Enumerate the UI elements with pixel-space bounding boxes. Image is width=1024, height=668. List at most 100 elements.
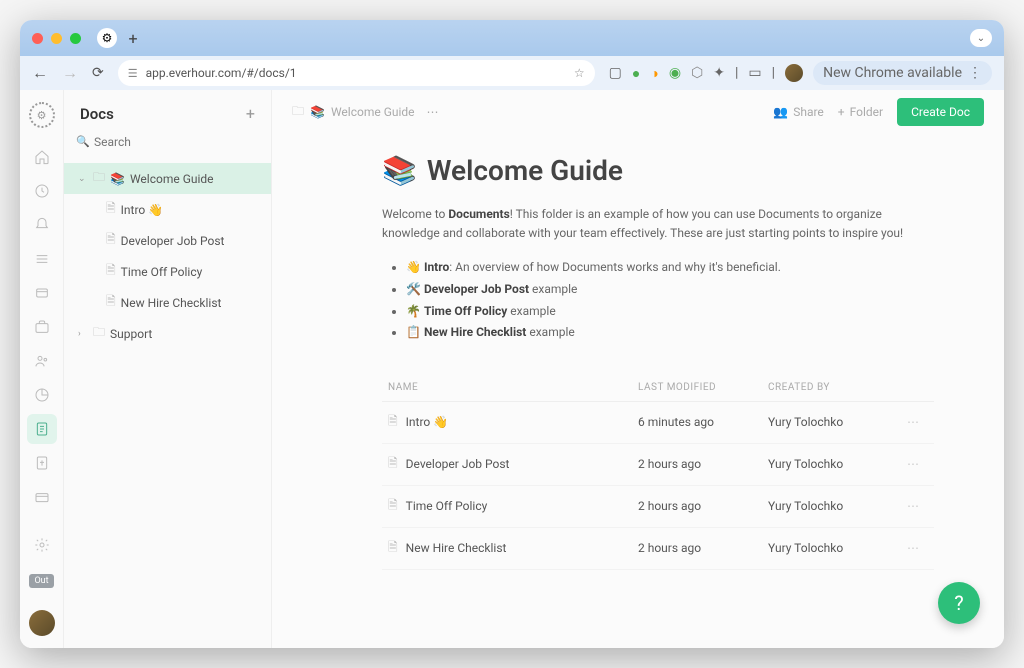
doc-label: Time Off Policy [121,265,203,279]
breadcrumb[interactable]: 🗀 📚 Welcome Guide ⋯ [292,102,439,123]
sidebar-title: Docs [80,105,114,123]
folder-label: Welcome Guide [130,172,214,186]
reading-list-icon[interactable]: ▭ [748,65,761,81]
doc-icon: 🗎 [106,199,116,220]
left-rail: ⚙ Out [20,90,64,648]
doc-icon: 🗎 [106,230,116,251]
doc-title: 📚 Welcome Guide [382,154,934,187]
doc-title-emoji: 📚 [382,154,417,187]
help-button[interactable]: ? [938,582,980,624]
url-text: app.everhour.com/#/docs/1 [146,66,297,80]
docs-sidebar: Docs + 🔍 ⌄ 🗀 📚 Welcome Guide 🗎 Intro 👋 [64,90,272,648]
minimize-window-button[interactable] [51,33,62,44]
doc-bullet: 🌴 Time Off Policy example [406,301,934,323]
doc-label: Developer Job Post [121,234,225,248]
doc-icon: 🗎 [388,496,398,517]
folder-icon: 🗀 [292,102,304,123]
chrome-update-button[interactable]: New Chrome available ⋮ [813,61,992,85]
new-tab-button[interactable]: + [123,28,143,48]
rail-team[interactable] [27,346,57,376]
rail-docs[interactable] [27,414,57,444]
col-name: NAME [388,382,638,393]
extension-icon-1[interactable]: ▢ [609,65,622,81]
row-more-button[interactable]: ⋯ [898,541,928,555]
doc-icon: 🗎 [388,412,398,433]
doc-icon: 🗎 [388,538,398,559]
browser-tab[interactable]: ⚙ [97,28,117,48]
window-titlebar: ⚙ + ⌄ [20,20,1004,56]
rail-inbox[interactable] [27,278,57,308]
docs-table: NAME LAST MODIFIED CREATED BY 🗎Intro 👋 6… [382,374,934,570]
sidebar-folder-support[interactable]: › 🗀 Support [64,318,271,349]
sidebar-doc-intro[interactable]: 🗎 Intro 👋 [64,194,271,225]
extension-icon-5[interactable]: ⬡ [691,65,703,81]
rail-invoices[interactable] [27,448,57,478]
extension-icon-3[interactable]: ◑ [650,65,658,82]
rail-status-badge: Out [29,574,53,588]
close-window-button[interactable] [32,33,43,44]
sidebar-doc-developer-job-post[interactable]: 🗎 Developer Job Post [64,225,271,256]
topbar: 🗀 📚 Welcome Guide ⋯ 👥 Share + Folder Cre… [272,90,1004,134]
rail-projects[interactable] [27,312,57,342]
more-icon: ⋮ [968,65,982,81]
doc-icon: 🗎 [106,292,116,313]
reload-button[interactable]: ⟳ [92,65,104,81]
tabs-dropdown-button[interactable]: ⌄ [970,29,992,47]
doc-bullet: 📋 New Hire Checklist example [406,322,934,344]
row-more-button[interactable]: ⋯ [898,415,928,429]
maximize-window-button[interactable] [70,33,81,44]
search-input[interactable] [76,131,259,153]
add-doc-button[interactable]: + [246,104,255,123]
doc-icon: 🗎 [388,454,398,475]
rail-notifications[interactable] [27,210,57,240]
sidebar-doc-new-hire-checklist[interactable]: 🗎 New Hire Checklist [64,287,271,318]
browser-profile-avatar[interactable] [785,64,803,82]
chevron-right-icon: › [78,329,88,339]
share-button[interactable]: 👥 Share [773,105,824,119]
breadcrumb-label: Welcome Guide [331,105,415,119]
row-more-button[interactable]: ⋯ [898,457,928,471]
rail-expenses[interactable] [27,482,57,512]
rail-tasks[interactable] [27,244,57,274]
plus-icon: + [838,105,845,119]
doc-label: Intro 👋 [121,203,164,217]
browser-navbar: ← → ⟳ ☰ app.everhour.com/#/docs/1 ☆ ▢ ● … [20,56,1004,90]
doc-bullet: 👋 Intro: An overview of how Documents wo… [406,257,934,279]
doc-bullet-list: 👋 Intro: An overview of how Documents wo… [382,257,934,343]
site-settings-icon[interactable]: ☰ [128,67,138,80]
sidebar-folder-welcome-guide[interactable]: ⌄ 🗀 📚 Welcome Guide [64,163,271,194]
col-created-by: CREATED BY [768,382,898,393]
table-row[interactable]: 🗎New Hire Checklist 2 hours ago Yury Tol… [382,528,934,570]
url-bar[interactable]: ☰ app.everhour.com/#/docs/1 ☆ [118,60,595,86]
row-more-button[interactable]: ⋯ [898,499,928,513]
share-icon: 👥 [773,105,788,119]
extension-icon-4[interactable]: ◉ [669,65,681,81]
rail-settings[interactable] [27,530,57,560]
table-row[interactable]: 🗎Time Off Policy 2 hours ago Yury Toloch… [382,486,934,528]
user-avatar[interactable] [29,610,55,636]
create-doc-button[interactable]: Create Doc [897,98,984,126]
rail-time[interactable] [27,176,57,206]
extensions-menu-icon[interactable]: ✦ [713,65,725,81]
folder-icon: 🗀 [93,323,105,344]
doc-bullet: 🛠️ Developer Job Post example [406,279,934,301]
back-button[interactable]: ← [32,63,48,83]
folder-icon: 🗀 [93,168,105,189]
table-row[interactable]: 🗎Developer Job Post 2 hours ago Yury Tol… [382,444,934,486]
chevron-down-icon: ⌄ [78,174,88,184]
doc-intro: Welcome to Documents! This folder is an … [382,205,934,243]
sidebar-doc-time-off-policy[interactable]: 🗎 Time Off Policy [64,256,271,287]
breadcrumb-emoji: 📚 [310,105,325,119]
doc-icon: 🗎 [106,261,116,282]
doc-label: New Hire Checklist [121,296,222,310]
forward-button[interactable]: → [62,63,78,83]
rail-home[interactable] [27,142,57,172]
bookmark-star-icon[interactable]: ☆ [574,66,585,80]
search-icon: 🔍 [76,135,90,148]
rail-reports[interactable] [27,380,57,410]
breadcrumb-more-icon[interactable]: ⋯ [427,105,439,119]
extension-icon-2[interactable]: ● [632,65,640,82]
table-row[interactable]: 🗎Intro 👋 6 minutes ago Yury Tolochko ⋯ [382,402,934,444]
app-logo[interactable]: ⚙ [29,102,55,128]
add-folder-button[interactable]: + Folder [838,105,883,119]
